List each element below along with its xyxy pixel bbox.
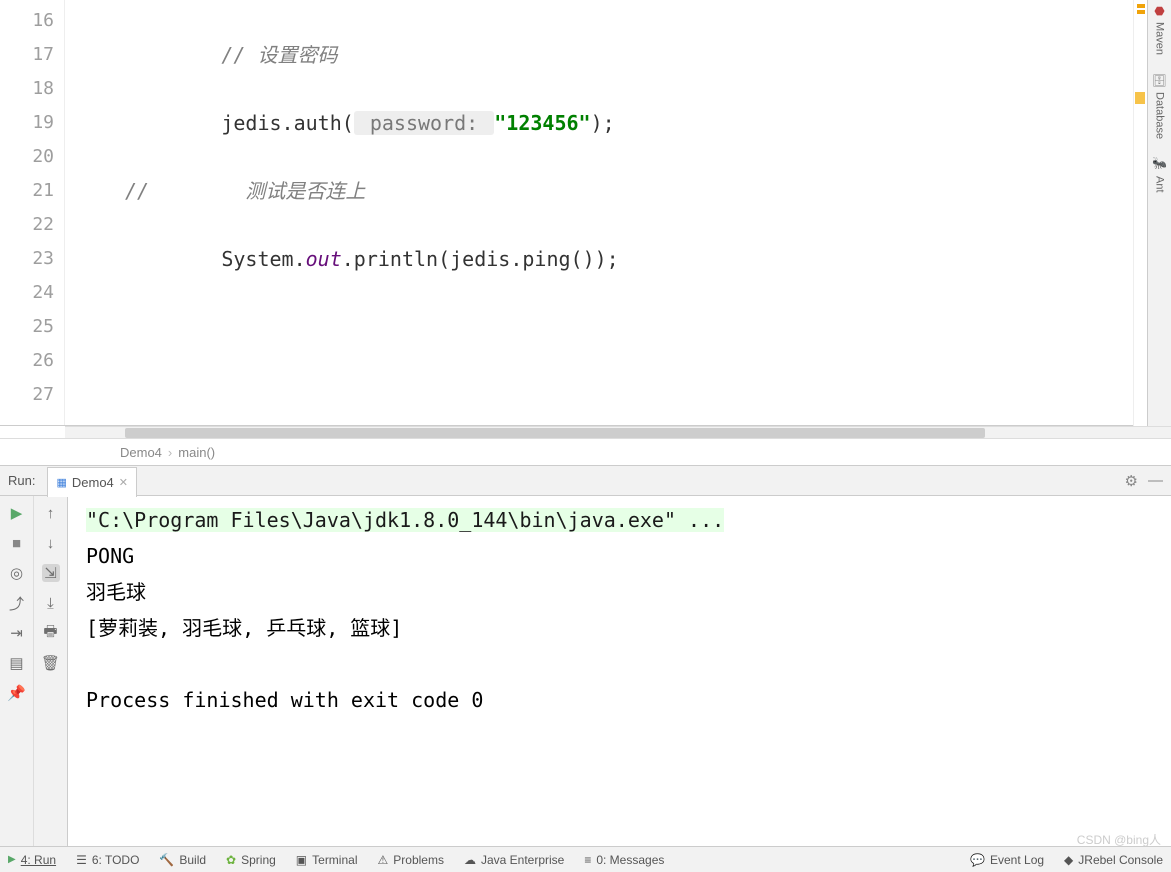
java-enterprise-tool-button[interactable]: ☁Java Enterprise — [464, 853, 564, 867]
line-number: 26 — [0, 344, 54, 378]
code-line[interactable] — [65, 378, 1171, 412]
warning-icon: ⚠ — [378, 853, 389, 867]
console-line: [萝莉装, 羽毛球, 乒乓球, 篮球] — [86, 610, 1171, 646]
line-gutter: 16 17 18 19 20 21 22 23 24 25 26 27 — [0, 0, 65, 425]
code-text: .println(jedis.ping()); — [342, 247, 619, 271]
breadcrumb-separator: › — [168, 445, 172, 460]
console-line: PONG — [86, 538, 1171, 574]
code-text: System. — [221, 247, 305, 271]
breadcrumb-item[interactable]: main() — [178, 445, 215, 460]
line-number: 22 — [0, 208, 54, 242]
print-icon[interactable]: 🖶 — [42, 624, 60, 642]
line-number: 23 — [0, 242, 54, 276]
marker-warning[interactable] — [1137, 10, 1145, 14]
clear-icon[interactable]: 🗑 — [42, 654, 60, 672]
spring-icon: ✿ — [226, 853, 236, 867]
console-line — [86, 646, 1171, 682]
right-tool-strip: ⬣Maven 🗄Database 🐜Ant — [1147, 0, 1171, 426]
line-number: 21 — [0, 174, 54, 208]
hide-icon[interactable]: — — [1148, 472, 1163, 489]
run-tab-label: Demo4 — [72, 475, 114, 490]
code-line[interactable] — [65, 310, 1171, 344]
terminal-tool-button[interactable]: ▣Terminal — [296, 853, 358, 867]
event-log-button[interactable]: 💬Event Log — [970, 853, 1044, 867]
field-ref: out — [306, 247, 342, 271]
watermark: CSDN @bing人 — [1077, 831, 1161, 848]
console-output[interactable]: "C:\Program Files\Java\jdk1.8.0_144\bin\… — [68, 496, 1171, 856]
play-icon: ▶ — [8, 854, 16, 865]
line-number: 27 — [0, 378, 54, 412]
comment-slash: // — [125, 179, 149, 203]
stop-icon[interactable]: ■ — [8, 534, 26, 552]
scrollbar-thumb[interactable] — [125, 428, 985, 438]
todo-tool-button[interactable]: ☰6: TODO — [76, 853, 139, 867]
up-icon[interactable]: ↑ — [42, 504, 60, 522]
enterprise-icon: ☁ — [464, 853, 476, 867]
string-literal: "123456" — [494, 111, 590, 135]
soft-wrap-icon[interactable]: ⇲ — [42, 564, 60, 582]
camera-icon[interactable]: ◎ — [8, 564, 26, 582]
rerun-icon[interactable]: ▶ — [8, 504, 26, 522]
spring-tool-button[interactable]: ✿Spring — [226, 853, 276, 867]
code-text: jedis.auth( — [221, 111, 353, 135]
param-hint: password: — [354, 111, 494, 135]
messages-icon: ≡ — [584, 853, 591, 867]
code-body[interactable]: // 设置密码 jedis.auth( password: "123456");… — [65, 0, 1171, 425]
run-label: Run: — [8, 473, 35, 488]
line-number: 20 — [0, 140, 54, 174]
scroll-to-end-icon[interactable]: ⤓ — [42, 594, 60, 612]
layout-icon[interactable]: ▤ — [8, 654, 26, 672]
code-editor: 16 17 18 19 20 21 22 23 24 25 26 27 // 设… — [0, 0, 1171, 426]
ant-tool-button[interactable]: 🐜Ant — [1153, 157, 1167, 192]
run-tool-header: Run: ▦ Demo4 ✕ ⚙ — — [0, 466, 1171, 496]
comment: 测试是否连上 — [245, 179, 365, 203]
line-number: 16 — [0, 4, 54, 38]
dump-icon[interactable]: ⤴ — [8, 594, 26, 612]
line-number: 18 — [0, 72, 54, 106]
exit-icon[interactable]: ⇥ — [8, 624, 26, 642]
code-text: ); — [591, 111, 615, 135]
balloon-icon: 💬 — [970, 853, 985, 867]
code-line[interactable]: jedis.auth( password: "123456"); — [65, 106, 1171, 140]
hammer-icon: 🔨 — [159, 853, 174, 867]
jrebel-icon: ◆ — [1064, 853, 1073, 867]
messages-tool-button[interactable]: ≡0: Messages — [584, 853, 664, 867]
console-line: "C:\Program Files\Java\jdk1.8.0_144\bin\… — [86, 502, 1171, 538]
terminal-icon: ▣ — [296, 853, 307, 867]
code-line[interactable]: // 测试是否连上 — [65, 174, 1171, 208]
console-line: 羽毛球 — [86, 574, 1171, 610]
comment: // 设置密码 — [221, 43, 337, 67]
line-number: 17 — [0, 38, 54, 72]
marker-warning[interactable] — [1137, 4, 1145, 8]
code-line[interactable]: // 设置密码 — [65, 38, 1171, 72]
error-stripe[interactable] — [1133, 0, 1147, 426]
down-icon[interactable]: ↓ — [42, 534, 60, 552]
close-tab-icon[interactable]: ✕ — [119, 476, 128, 489]
database-tool-button[interactable]: 🗄Database — [1153, 73, 1167, 139]
pin-icon[interactable]: 📌 — [8, 684, 26, 702]
code-line[interactable]: System.out.println(jedis.ping()); — [65, 242, 1171, 276]
line-number: 25 — [0, 310, 54, 344]
process-status: Process finished with exit code 0 — [86, 682, 1171, 718]
list-icon: ☰ — [76, 853, 87, 867]
run-tab[interactable]: ▦ Demo4 ✕ — [47, 467, 137, 497]
run-tool-body: ▶ ■ ◎ ⤴ ⇥ ▤ 📌 ↑ ↓ ⇲ ⤓ 🖶 🗑 "C:\Program Fi… — [0, 496, 1171, 856]
line-number: 19 — [0, 106, 54, 140]
jrebel-console-button[interactable]: ◆JRebel Console — [1064, 853, 1163, 867]
gear-icon[interactable]: ⚙ — [1125, 472, 1138, 490]
horizontal-scrollbar[interactable] — [65, 426, 1171, 438]
command-line: "C:\Program Files\Java\jdk1.8.0_144\bin\… — [86, 508, 724, 532]
line-number: 24 — [0, 276, 54, 310]
run-toolbar-left: ▶ ■ ◎ ⤴ ⇥ ▤ 📌 — [0, 496, 34, 856]
marker-warning[interactable] — [1135, 92, 1145, 104]
run-toolbar-left2: ↑ ↓ ⇲ ⤓ 🖶 🗑 — [34, 496, 68, 856]
breadcrumb-item[interactable]: Demo4 — [120, 445, 162, 460]
run-tool-button[interactable]: ▶4: Run — [8, 853, 56, 867]
bottom-tool-bar: ▶4: Run ☰6: TODO 🔨Build ✿Spring ▣Termina… — [0, 846, 1171, 872]
build-tool-button[interactable]: 🔨Build — [159, 853, 206, 867]
maven-tool-button[interactable]: ⬣Maven — [1153, 4, 1167, 55]
breadcrumb-bar: Demo4 › main() — [0, 438, 1171, 466]
problems-tool-button[interactable]: ⚠Problems — [378, 853, 444, 867]
application-icon: ▦ — [56, 476, 66, 489]
